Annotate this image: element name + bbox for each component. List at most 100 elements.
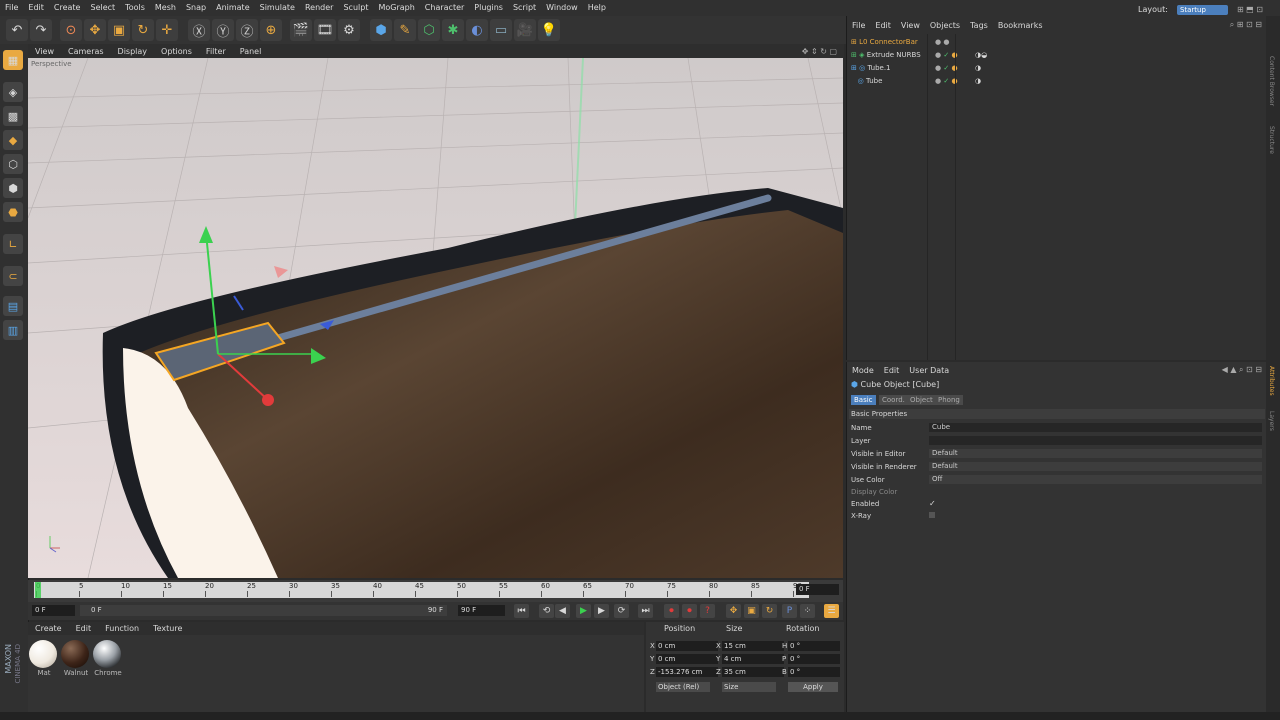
deformer-icon[interactable]: ◐	[466, 19, 488, 41]
points-mode-icon[interactable]: ⬡	[3, 154, 23, 174]
tab-coord[interactable]: Coord.	[879, 395, 908, 405]
tab-attributes[interactable]: Attributes	[1268, 366, 1275, 396]
material-tag-icon[interactable]: ◑	[975, 62, 981, 74]
menu-script[interactable]: Script	[508, 0, 541, 16]
position-x-field[interactable]: 0 cm	[656, 641, 718, 651]
visible-in-editor-dropdown[interactable]: Default	[929, 449, 1262, 458]
end-frame-field[interactable]: 90 F	[458, 605, 505, 616]
menu-animate[interactable]: Animate	[211, 0, 255, 16]
menu-mograph[interactable]: MoGraph	[373, 0, 419, 16]
subdivision-surface-icon[interactable]: ⬡	[418, 19, 440, 41]
array-icon[interactable]: ✱	[442, 19, 464, 41]
xray-checkbox[interactable]	[929, 512, 935, 518]
viewport-menu-filter[interactable]: Filter	[199, 47, 233, 56]
y-axis-lock-icon[interactable]: Ⓨ	[212, 19, 234, 41]
edges-mode-icon[interactable]: ⬢	[3, 178, 23, 198]
scale-tool-icon[interactable]: ▣	[108, 19, 130, 41]
size-mode-dropdown[interactable]: Size	[722, 682, 776, 692]
menu-select[interactable]: Select	[85, 0, 120, 16]
go-to-end-icon[interactable]: ⏭	[638, 604, 653, 618]
size-y-field[interactable]: 4 cm	[722, 654, 784, 664]
viewport-nav-icons[interactable]: ✥ ⇕ ↻ ▢	[795, 47, 844, 56]
model-mode-icon[interactable]: ◈	[3, 82, 23, 102]
record-parameter-icon[interactable]: P	[782, 604, 797, 618]
coordinate-system-icon[interactable]: ⊕	[260, 19, 282, 41]
viewport-menu-cameras[interactable]: Cameras	[61, 47, 111, 56]
timeline-window-icon[interactable]: ☰	[824, 604, 839, 618]
floor-icon[interactable]: ▭	[490, 19, 512, 41]
menu-mesh[interactable]: Mesh	[150, 0, 181, 16]
live-selection-icon[interactable]: ⊙	[60, 19, 82, 41]
record-rotation-icon[interactable]: ↻	[762, 604, 777, 618]
size-z-field[interactable]: 35 cm	[722, 667, 784, 677]
menu-help[interactable]: Help	[583, 0, 611, 16]
planar-workplane-icon[interactable]: ▥	[3, 320, 23, 340]
record-active-icon[interactable]: ⏺	[664, 604, 679, 618]
z-axis-lock-icon[interactable]: Ⓩ	[236, 19, 258, 41]
viewport-menu-panel[interactable]: Panel	[233, 47, 269, 56]
use-color-dropdown[interactable]: Off	[929, 475, 1262, 484]
redo-icon[interactable]: ↷	[30, 19, 52, 41]
material-walnut[interactable]: Walnut	[61, 640, 91, 677]
tab-object[interactable]: Object	[907, 395, 936, 405]
position-z-field[interactable]: -153.276 cm	[656, 667, 718, 677]
menu-snap[interactable]: Snap	[181, 0, 211, 16]
undo-icon[interactable]: ↶	[6, 19, 28, 41]
perspective-viewport[interactable]: Perspective	[28, 58, 843, 578]
tab-basic[interactable]: Basic	[851, 395, 876, 405]
object-menu-view[interactable]: View	[896, 21, 925, 30]
snapping-icon[interactable]: ⊂	[3, 266, 23, 286]
object-menu-file[interactable]: File	[847, 21, 870, 30]
recent-tool-icon[interactable]: ✛	[156, 19, 178, 41]
object-row-tube1[interactable]: ⊞ ◎ Tube.1 ● ✓ ● ◑	[851, 62, 1261, 74]
render-picture-viewer-icon[interactable]: 🎞	[314, 19, 336, 41]
autokey-icon[interactable]: ⏺	[682, 604, 697, 618]
previous-key-icon[interactable]: ⟲	[539, 604, 554, 618]
move-tool-icon[interactable]: ✥	[84, 19, 106, 41]
attribute-menu-userdata[interactable]: User Data	[904, 366, 954, 375]
viewport-menu-options[interactable]: Options	[154, 47, 199, 56]
rotation-p-field[interactable]: 0 °	[788, 654, 840, 664]
size-x-field[interactable]: 15 cm	[722, 641, 784, 651]
object-menu-edit[interactable]: Edit	[870, 21, 896, 30]
coordinate-mode-dropdown[interactable]: Object (Rel)	[656, 682, 710, 692]
tab-content-browser[interactable]: Content Browser	[1268, 56, 1275, 106]
viewport-menu-display[interactable]: Display	[111, 47, 155, 56]
object-menu-tags[interactable]: Tags	[965, 21, 993, 30]
camera-icon[interactable]: 🎥	[514, 19, 536, 41]
render-view-icon[interactable]: 🎬	[290, 19, 312, 41]
material-chrome[interactable]: Chrome	[93, 640, 123, 677]
material-tag-icon[interactable]: ◑	[975, 75, 981, 87]
layout-dropdown[interactable]: Startup	[1176, 5, 1228, 15]
render-settings-icon[interactable]: ⚙	[338, 19, 360, 41]
timeline-ruler[interactable]: 0 5 10 15 20 25 30 35 40 45 50 55 60 65 …	[28, 580, 843, 602]
polygons-mode-icon[interactable]: ⬣	[3, 202, 23, 222]
viewport-menu-view[interactable]: View	[28, 47, 61, 56]
next-frame-icon[interactable]: ▶	[594, 604, 609, 618]
attribute-menu-edit[interactable]: Edit	[879, 366, 905, 375]
menu-file[interactable]: File	[0, 0, 23, 16]
object-menu-bookmarks[interactable]: Bookmarks	[993, 21, 1048, 30]
menu-sculpt[interactable]: Sculpt	[338, 0, 373, 16]
visibility-dots-icon[interactable]: ● ●	[935, 36, 949, 48]
record-position-icon[interactable]: ✥	[726, 604, 741, 618]
range-slider[interactable]: 0 F 90 F	[80, 605, 447, 616]
play-icon[interactable]: ▶	[576, 604, 591, 618]
cube-icon[interactable]: ⬢	[370, 19, 392, 41]
material-tag-icon[interactable]: ◑◒	[975, 49, 987, 61]
tab-phong[interactable]: Phong	[935, 395, 963, 405]
position-y-field[interactable]: 0 cm	[656, 654, 718, 664]
material-menu-texture[interactable]: Texture	[146, 624, 189, 633]
layer-field[interactable]	[929, 436, 1262, 445]
lock-workplane-icon[interactable]: ▤	[3, 296, 23, 316]
rotation-b-field[interactable]: 0 °	[788, 667, 840, 677]
rotate-tool-icon[interactable]: ↻	[132, 19, 154, 41]
x-axis-lock-icon[interactable]: Ⓧ	[188, 19, 210, 41]
keyframe-selection-icon[interactable]: ?	[700, 604, 715, 618]
record-pla-icon[interactable]: ⁘	[800, 604, 815, 618]
spline-pen-icon[interactable]: ✎	[394, 19, 416, 41]
start-frame-field[interactable]: 0 F	[32, 605, 75, 616]
object-row-extrude-nurbs[interactable]: ⊞ ◈ Extrude NURBS ● ✓ ● ◑◒	[851, 49, 1261, 61]
texture-mode-icon[interactable]: ▩	[3, 106, 23, 126]
go-to-start-icon[interactable]: ⏮	[514, 604, 529, 618]
